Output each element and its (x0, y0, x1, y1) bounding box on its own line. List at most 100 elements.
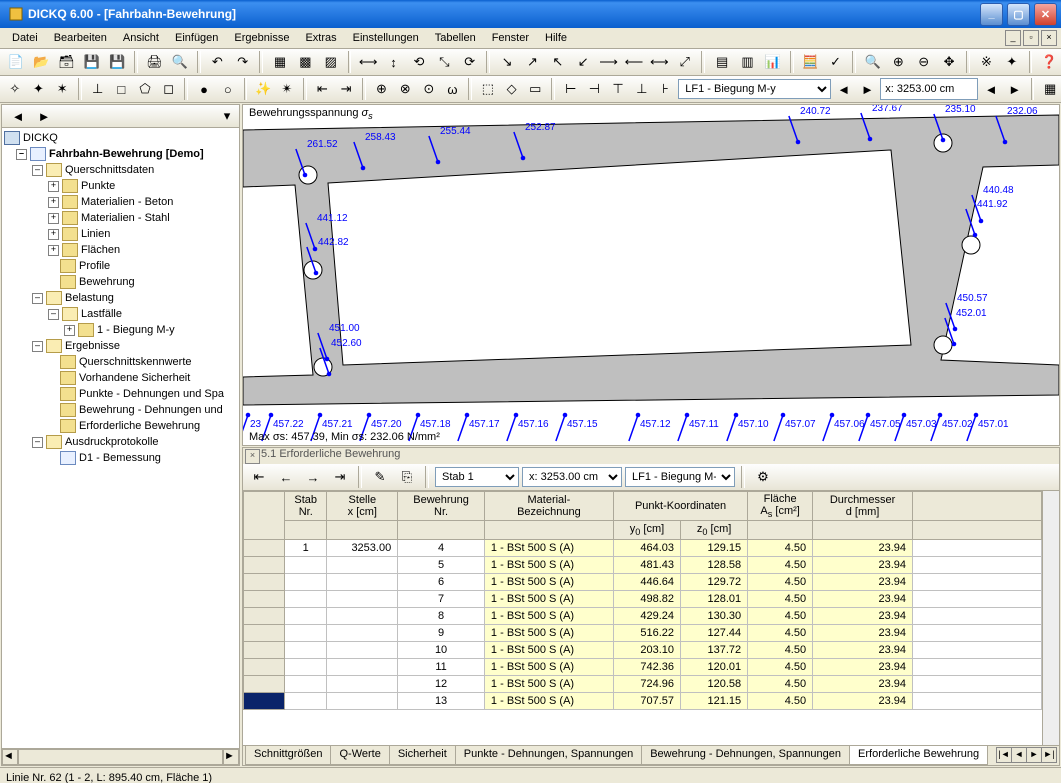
x-next-icon[interactable]: ► (1004, 77, 1026, 101)
dim4-icon[interactable]: ⤡ (433, 50, 456, 74)
grid-vscroll[interactable] (1042, 491, 1059, 745)
loadcase-combo[interactable]: LF1 - Biegung M-y (678, 79, 831, 99)
tab-spin-last[interactable]: ►| (1041, 747, 1057, 763)
undo-icon[interactable]: ↶ (206, 50, 229, 74)
menu-extras[interactable]: Extras (297, 30, 344, 46)
tbl-prev-icon[interactable]: ← (274, 465, 298, 489)
tab-qwerte[interactable]: Q-Werte (330, 746, 389, 765)
preview-icon[interactable]: 🔍 (168, 50, 191, 74)
stab-combo[interactable]: Stab 1 (435, 467, 519, 487)
project-tree[interactable]: DICKQ –Fahrbahn-Bewehrung [Demo] –Quersc… (2, 128, 239, 748)
spark1-icon[interactable]: ✨ (252, 77, 274, 101)
vec2-icon[interactable]: ↗ (521, 50, 544, 74)
col-y0[interactable]: y0 [cm] (613, 521, 680, 540)
menu-ansicht[interactable]: Ansicht (115, 30, 167, 46)
tool-x1-icon[interactable]: ※ (975, 50, 998, 74)
open-icon[interactable]: 📂 (29, 50, 52, 74)
check-icon[interactable]: ✓ (824, 50, 847, 74)
graphics-canvas[interactable]: Bewehrungsspannung σs 261.52258.43255.44… (242, 104, 1060, 446)
table-row[interactable]: 7 1 - BSt 500 S (A)498.82128.01 4.5023.9… (244, 591, 1042, 608)
tab-spin-next[interactable]: ► (1026, 747, 1042, 763)
close-button[interactable]: ✕ (1034, 3, 1057, 26)
lg3-icon[interactable]: ⊤ (607, 77, 629, 101)
x-combo[interactable]: x: 3253.00 cm (522, 467, 622, 487)
tbl-edit-icon[interactable]: ✎ (368, 465, 392, 489)
sh2-icon[interactable]: □ (110, 77, 132, 101)
lg4-icon[interactable]: ⊥ (631, 77, 653, 101)
prev-lc-icon[interactable]: ◄ (833, 77, 855, 101)
tree-nav-next-icon[interactable]: ► (32, 104, 56, 128)
dim5-icon[interactable]: ⟳ (458, 50, 481, 74)
table-row[interactable]: 11 1 - BSt 500 S (A)742.36120.01 4.5023.… (244, 659, 1042, 676)
zoomin-icon[interactable]: ⊖ (912, 50, 935, 74)
col-z0[interactable]: z0 [cm] (681, 521, 748, 540)
menu-einfuegen[interactable]: Einfügen (167, 30, 226, 46)
tbl-next-icon[interactable]: → (301, 465, 325, 489)
redo-icon[interactable]: ↷ (231, 50, 254, 74)
tree-collapse-icon[interactable]: ▾ (215, 104, 239, 128)
vec5-icon[interactable]: ⟶ (597, 50, 620, 74)
pt1-icon[interactable]: ✧ (4, 77, 26, 101)
menu-hilfe[interactable]: Hilfe (537, 30, 575, 46)
minimize-button[interactable]: _ (980, 3, 1003, 26)
lg2-icon[interactable]: ⊣ (584, 77, 606, 101)
tab-bew-ds[interactable]: Bewehrung - Dehnungen, Spannungen (641, 746, 850, 765)
tool-x2-icon[interactable]: ✦ (1000, 50, 1023, 74)
tab-spin-first[interactable]: |◄ (996, 747, 1012, 763)
nav2-icon[interactable]: ⇥ (335, 77, 357, 101)
tab-punkte-ds[interactable]: Punkte - Dehnungen, Spannungen (455, 746, 642, 765)
col-punktkoord[interactable]: Punkt-Koordinaten (613, 492, 747, 521)
menu-einstellungen[interactable]: Einstellungen (345, 30, 427, 46)
sel1-icon[interactable]: ⬚ (477, 77, 499, 101)
grid-icon[interactable]: ▦ (268, 50, 291, 74)
tree-hscroll[interactable]: ◄► (2, 748, 239, 765)
mdi-restore-button[interactable]: ▫ (1023, 30, 1039, 46)
chart-icon[interactable]: 📊 (761, 50, 784, 74)
sh1-icon[interactable]: ⊥ (87, 77, 109, 101)
x-prev-icon[interactable]: ◄ (980, 77, 1002, 101)
zoomall-icon[interactable]: ⊕ (887, 50, 910, 74)
table-row[interactable]: 8 1 - BSt 500 S (A)429.24130.30 4.5023.9… (244, 608, 1042, 625)
lg5-icon[interactable]: ⊦ (655, 77, 677, 101)
vec3-icon[interactable]: ↖ (546, 50, 569, 74)
vec6-icon[interactable]: ⟵ (622, 50, 645, 74)
col-stelle[interactable]: Stellex [cm] (327, 492, 398, 521)
spark2-icon[interactable]: ✴ (276, 77, 298, 101)
save-icon[interactable]: 💾 (80, 50, 103, 74)
table-row[interactable]: 10 1 - BSt 500 S (A)203.10137.72 4.5023.… (244, 642, 1042, 659)
table-row[interactable]: 12 1 - BSt 500 S (A)724.96120.58 4.5023.… (244, 676, 1042, 693)
vec7-icon[interactable]: ⟷ (648, 50, 671, 74)
menu-tabellen[interactable]: Tabellen (427, 30, 484, 46)
dim1-icon[interactable]: ⟷ (356, 50, 379, 74)
dim2-icon[interactable]: ↕ (382, 50, 405, 74)
ax1-icon[interactable]: ⊕ (371, 77, 393, 101)
table-row[interactable]: 13253.004 1 - BSt 500 S (A)464.03129.15 … (244, 540, 1042, 557)
table-row[interactable]: 6 1 - BSt 500 S (A)446.64129.72 4.5023.9… (244, 574, 1042, 591)
menu-bearbeiten[interactable]: Bearbeiten (46, 30, 115, 46)
tree-nav-prev-icon[interactable]: ◄ (6, 104, 30, 128)
col-flaeche[interactable]: FlächeAs [cm²] (748, 492, 813, 521)
print-icon[interactable]: 🖨 (143, 50, 166, 74)
pane-close-button[interactable]: × (245, 449, 260, 464)
new-icon[interactable]: 📄 (4, 50, 27, 74)
nav1-icon[interactable]: ⇤ (312, 77, 334, 101)
menu-fenster[interactable]: Fenster (484, 30, 537, 46)
tab-erf-bew[interactable]: Erforderliche Bewehrung (849, 746, 988, 765)
save-as-icon[interactable]: 💾 (106, 50, 129, 74)
hatch-icon[interactable]: ▨ (319, 50, 342, 74)
next-lc-icon[interactable]: ► (857, 77, 879, 101)
mdi-minimize-button[interactable]: _ (1005, 30, 1021, 46)
x-position-field[interactable] (880, 78, 978, 100)
col-stab-nr[interactable]: StabNr. (285, 492, 327, 521)
calc-icon[interactable]: 🧮 (799, 50, 822, 74)
ax3-icon[interactable]: ⊙ (418, 77, 440, 101)
table-row[interactable]: 13 1 - BSt 500 S (A)707.57121.15 4.5023.… (244, 693, 1042, 710)
table1-icon[interactable]: ▤ (710, 50, 733, 74)
ax4-icon[interactable]: ω (442, 77, 464, 101)
vec1-icon[interactable]: ↘ (495, 50, 518, 74)
dim3-icon[interactable]: ⟲ (407, 50, 430, 74)
tbl-export-icon[interactable]: ⎘ (395, 465, 419, 489)
col-durchmesser[interactable]: Durchmesserd [mm] (813, 492, 913, 521)
menu-ergebnisse[interactable]: Ergebnisse (226, 30, 297, 46)
sh3-icon[interactable]: ⬠ (134, 77, 156, 101)
